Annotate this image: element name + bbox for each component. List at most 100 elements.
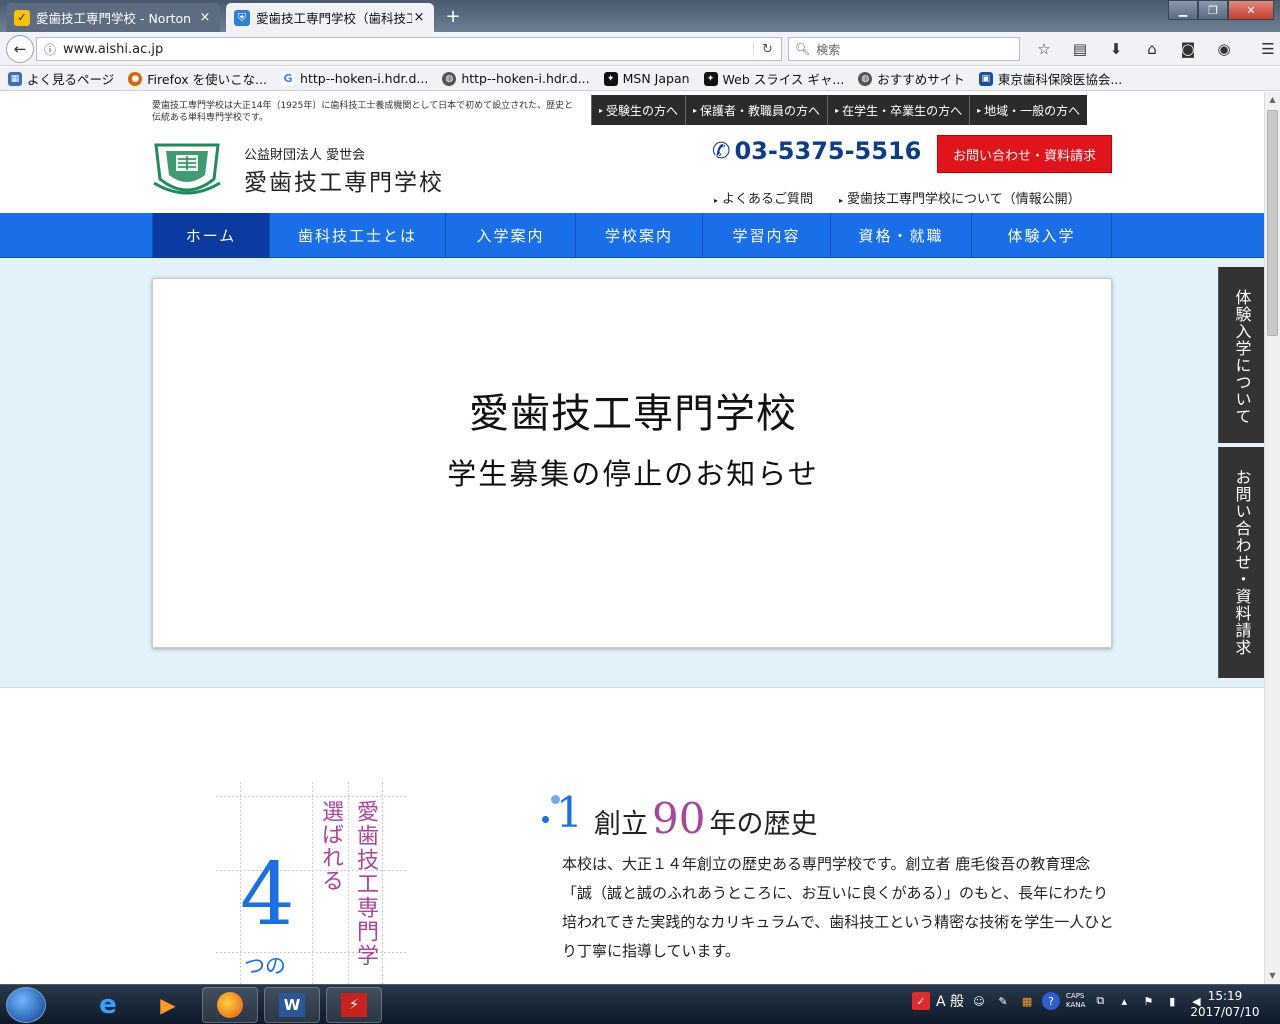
nav-trial-admission[interactable]: 体験入学 <box>972 213 1112 258</box>
ime-indicator[interactable]: A 般 <box>936 991 964 1011</box>
url-text[interactable]: www.aishi.ac.jp <box>63 42 753 57</box>
menu-icon[interactable]: ☰ <box>1254 38 1280 60</box>
back-button[interactable]: ← <box>6 35 34 63</box>
vertical-scrollbar[interactable]: ▲ ▼ <box>1264 92 1280 984</box>
notice-subtitle: 学生募集の停止のお知らせ <box>447 457 819 491</box>
app-taskbar-icon[interactable]: ⚡ <box>326 987 382 1023</box>
bookmark-item[interactable]: ✦ MSN Japan <box>603 71 690 86</box>
account-icon[interactable]: ◉ <box>1210 38 1238 60</box>
tab-norton[interactable]: ✓ 愛歯技工専門学校 - Norton × <box>6 3 220 32</box>
phone-number[interactable]: ✆ 03-5375-5516 <box>712 137 921 165</box>
school-name[interactable]: 愛歯技工専門学校 <box>244 163 444 197</box>
feature-title: 創立 90 年の歴史 <box>594 798 817 841</box>
ime-dict-icon[interactable]: ✎ <box>994 992 1012 1010</box>
nav-home[interactable]: ホーム <box>153 213 270 258</box>
window-controls: ▁ ❐ ✕ <box>1168 0 1274 20</box>
maximize-button[interactable]: ❐ <box>1198 0 1228 20</box>
pocket-icon[interactable]: ◙ <box>1174 38 1202 60</box>
features-chosen-text: 選ばれる <box>318 800 343 892</box>
audience-label: 在学生・卒業生の方へ <box>842 103 963 118</box>
ime-tool-icon[interactable]: ☺ <box>970 992 988 1010</box>
bookmark-item[interactable]: ● Firefox を使いこな... <box>128 69 267 88</box>
norton-tray-icon[interactable]: ✓ <box>912 992 930 1010</box>
home-icon[interactable]: ⌂ <box>1138 38 1166 60</box>
browser-window: ✓ 愛歯技工専門学校 - Norton × ⛨ 愛歯技工専門学校（歯科技工 × … <box>0 0 1280 1024</box>
nav-about-dental-tech[interactable]: 歯科技工士とは <box>270 213 446 258</box>
site-favicon-icon: ⛨ <box>234 9 250 26</box>
notice-card[interactable]: 愛歯技工専門学校 学生募集の停止のお知らせ <box>152 278 1112 648</box>
feature-title-pre: 創立 <box>594 809 648 840</box>
school-logo[interactable] <box>152 139 222 197</box>
tray-expand-icon[interactable]: ▴ <box>1115 992 1133 1010</box>
bookmark-label: http--hoken-i.hdr.d... <box>300 71 429 86</box>
audience-label: 保護者・教職員の方へ <box>700 103 821 118</box>
audience-link-community[interactable]: ▸ 地域・一般の方へ <box>969 95 1087 125</box>
windows-taskbar: e ▶ W ⚡ ✓ A 般 ☺ ✎ ▦ ? CAPS KANA ⧉ ▴ ⚑ ▮ … <box>0 984 1280 1024</box>
ie-icon[interactable]: e <box>80 987 136 1023</box>
bookmark-item[interactable]: ▦ よく見るページ <box>8 69 114 88</box>
address-bar[interactable]: ⓘ www.aishi.ac.jp ↻ <box>36 37 782 61</box>
header-sub-links: ▸ よくあるご質問 ▸ 愛歯技工専門学校について（情報公開） <box>714 188 1081 207</box>
norton-icon: ✓ <box>14 9 30 26</box>
audience-link-students[interactable]: ▸ 在学生・卒業生の方へ <box>827 95 969 125</box>
network-icon[interactable]: ▮ <box>1163 992 1181 1010</box>
bookmark-item[interactable]: ◍ おすすめサイト <box>858 69 965 88</box>
clock-time: 15:19 <box>1207 989 1243 1003</box>
reading-list-icon[interactable]: ▤ <box>1066 38 1094 60</box>
audience-link-parents[interactable]: ▸ 保護者・教職員の方へ <box>685 95 827 125</box>
nav-curriculum[interactable]: 学習内容 <box>703 213 831 258</box>
download-icon[interactable]: ⬇ <box>1102 38 1130 60</box>
faq-link[interactable]: ▸ よくあるご質問 <box>714 188 813 207</box>
flag-icon[interactable]: ⚑ <box>1139 992 1157 1010</box>
bookmarks-toolbar: ▦ よく見るページ ● Firefox を使いこな... Ghttp--hoken-… <box>0 67 1280 91</box>
back-arrow-icon: ← <box>13 40 27 58</box>
caps-kana-indicator: CAPS KANA <box>1066 992 1085 1010</box>
side-tab-trial[interactable]: 体験入学について <box>1218 267 1264 443</box>
scroll-down-icon[interactable]: ▼ <box>1265 968 1280 984</box>
search-input[interactable]: 🔍︎ 検索 <box>788 37 1020 61</box>
ime-settings-icon[interactable]: ▦ <box>1018 992 1036 1010</box>
decorative-dot <box>542 816 549 823</box>
disclosure-link[interactable]: ▸ 愛歯技工専門学校について（情報公開） <box>839 188 1081 207</box>
main-nav: ホーム 歯科技工士とは 入学案内 学校案内 学習内容 資格・就職 体験入学 <box>0 213 1264 258</box>
side-tab-contact[interactable]: お問い合わせ・資料請求 <box>1218 447 1264 678</box>
side-tab-label: 体験入学について <box>1232 289 1252 425</box>
media-player-icon[interactable]: ▶ <box>140 987 196 1023</box>
bookmark-item[interactable]: ▣ 東京歯科保険医協会... <box>978 69 1122 88</box>
bookmark-item[interactable]: Ghttp--hoken-i.hdr.d... <box>281 71 428 86</box>
bookmark-item[interactable]: ✦ Web スライス ギャ... <box>703 69 844 88</box>
reload-icon[interactable]: ↻ <box>753 41 781 57</box>
bookmark-item[interactable]: ◍ http--hoken-i.hdr.d... <box>442 71 590 86</box>
new-tab-button[interactable]: + <box>442 6 464 27</box>
nav-school-info[interactable]: 学校案内 <box>576 213 703 258</box>
firefox-taskbar-icon[interactable] <box>202 987 258 1023</box>
tab-close-icon[interactable]: × <box>412 10 426 25</box>
contact-request-button[interactable]: お問い合わせ・資料請求 <box>937 135 1112 173</box>
scroll-up-icon[interactable]: ▲ <box>1265 92 1280 108</box>
help-icon[interactable]: ? <box>1042 992 1061 1010</box>
bookmark-star-icon[interactable]: ☆ <box>1030 38 1058 60</box>
tab-close-icon[interactable]: × <box>198 10 212 25</box>
link-label: よくあるご質問 <box>722 192 814 207</box>
tab-label: 愛歯技工専門学校 - Norton <box>36 11 192 26</box>
start-button[interactable] <box>6 987 46 1023</box>
feature-body: 本校は、大正１４年創立の歴史ある専門学校です。創立者 鹿毛俊吾の教育理念「誠（誠… <box>562 855 1114 960</box>
caps-label: CAPS <box>1066 992 1085 1000</box>
word-taskbar-icon[interactable]: W <box>264 987 320 1023</box>
phone-text: 03-5375-5516 <box>734 137 922 165</box>
tab-aishi[interactable]: ⛨ 愛歯技工専門学校（歯科技工 × <box>226 3 434 32</box>
chart-icon: ▦ <box>8 71 22 86</box>
nav-admission[interactable]: 入学案内 <box>446 213 576 258</box>
clock[interactable]: 15:19 2017/07/10 <box>1180 988 1270 1020</box>
scroll-thumb[interactable] <box>1267 110 1278 336</box>
close-window-button[interactable]: ✕ <box>1228 0 1274 20</box>
navigation-toolbar: ← ⓘ www.aishi.ac.jp ↻ 🔍︎ 検索 ☆ ▤ ⬇ ⌂ ◙ ◉ … <box>0 32 1280 66</box>
ime-mode-icon[interactable]: ⧉ <box>1091 992 1109 1010</box>
toolbar-icons: ☆ ▤ ⬇ ⌂ ◙ ◉ ☰ <box>1030 38 1280 60</box>
info-icon[interactable]: ⓘ <box>37 41 63 58</box>
minimize-button[interactable]: ▁ <box>1168 0 1198 20</box>
side-tab-label: お問い合わせ・資料請求 <box>1232 469 1252 656</box>
features-count: 4 <box>240 845 295 945</box>
nav-career[interactable]: 資格・就職 <box>831 213 972 258</box>
audience-link-applicants[interactable]: ▸ 受験生の方へ <box>591 95 685 125</box>
